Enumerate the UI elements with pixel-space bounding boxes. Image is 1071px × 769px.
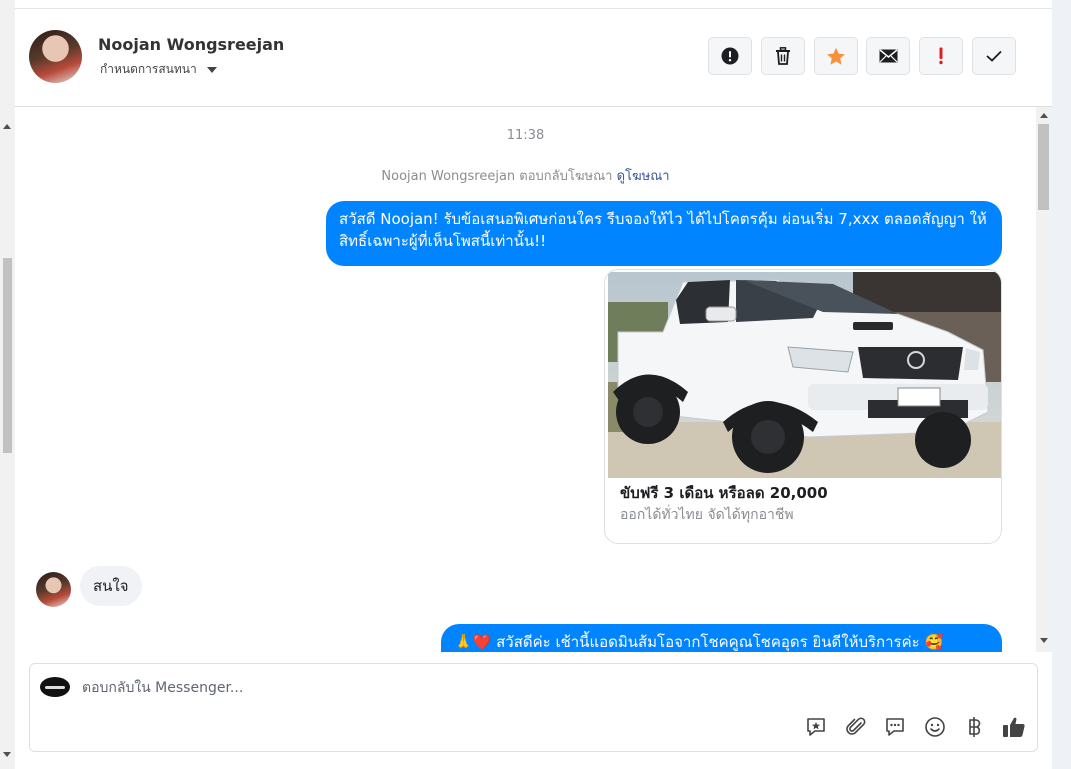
emoji-icon: [925, 717, 945, 737]
ad-image-truck[interactable]: [608, 272, 1001, 478]
reply-input[interactable]: [82, 678, 682, 698]
thumbs-up-icon: [1003, 717, 1025, 737]
exclamation-icon: [939, 47, 943, 65]
reply-composer: [29, 663, 1038, 752]
saved-reply-icon: [807, 718, 825, 736]
conversation-settings-label: กำหนดการสนทนา: [100, 62, 197, 76]
saved-reply-button[interactable]: [804, 715, 828, 739]
star-icon: [827, 47, 845, 65]
chat-bubble-button[interactable]: [883, 715, 907, 739]
check-icon: [986, 50, 1002, 62]
scrollbar-thumb[interactable]: [3, 258, 12, 453]
ad-subtitle: ออกได้ทั่วไทย จัดได้ทุกอาชีพ: [620, 507, 794, 523]
exclamation-circle-icon: [721, 47, 739, 65]
page-scrollbar[interactable]: [0, 0, 15, 769]
attachment-button[interactable]: [844, 715, 868, 739]
done-button[interactable]: [972, 37, 1016, 75]
ad-reply-text: Noojan Wongsreejan ตอบกลับโฆษณา: [381, 169, 613, 184]
chat-bubble-icon: [886, 718, 904, 736]
contact-name[interactable]: Noojan Wongsreejan: [98, 35, 284, 54]
ad-title: ขับฟรี 3 เดือน หรือลด 20,000: [620, 484, 828, 502]
thread-scrollbar[interactable]: [1036, 107, 1052, 652]
incoming-message[interactable]: สนใจ: [80, 566, 142, 606]
outgoing-message[interactable]: 🙏❤️ สวัสดีค่ะ เช้านี้แอดมินส้มโอจากโชคคู…: [441, 624, 1002, 652]
baht-icon: [969, 717, 981, 737]
envelope-icon: [879, 49, 897, 63]
scroll-down-arrow[interactable]: [3, 752, 11, 757]
conversation-header: Noojan Wongsreejan กำหนดการสนทนา: [15, 9, 1052, 107]
outgoing-message[interactable]: สวัสดี Noojan! รับข้อเสนอพิเศษก่อนใคร รี…: [326, 201, 1002, 266]
message-timestamp: 11:38: [506, 128, 545, 143]
caret-down-icon: [206, 66, 217, 73]
ad-reply-notice: Noojan Wongsreejan ตอบกลับโฆษณา ดูโฆษณา: [15, 165, 1036, 186]
contact-avatar[interactable]: [29, 30, 82, 83]
page-logo: [40, 677, 70, 697]
scroll-up-arrow[interactable]: [3, 124, 11, 129]
conversation-settings-dropdown[interactable]: กำหนดการสนทนา: [100, 60, 217, 79]
view-ad-link[interactable]: ดูโฆษณา: [617, 169, 670, 184]
important-button[interactable]: [919, 37, 963, 75]
thread-scroll-down-arrow[interactable]: [1040, 638, 1048, 643]
report-button[interactable]: [708, 37, 752, 75]
message-thread[interactable]: 11:38 Noojan Wongsreejan ตอบกลับโฆษณา ดู…: [15, 107, 1036, 652]
mark-unread-button[interactable]: [866, 37, 910, 75]
like-button[interactable]: [1002, 715, 1026, 739]
emoji-button[interactable]: [923, 715, 947, 739]
attachment-icon: [846, 717, 866, 735]
contact-avatar-small: [36, 572, 71, 607]
delete-button[interactable]: [761, 37, 805, 75]
trash-icon: [776, 47, 790, 65]
thread-scrollbar-thumb[interactable]: [1038, 124, 1049, 210]
payment-button[interactable]: [963, 715, 987, 739]
page-edge: [1052, 0, 1071, 769]
star-button[interactable]: [814, 37, 858, 75]
ad-card[interactable]: ขับฟรี 3 เดือน หรือลด 20,000 ออกได้ทั่วไ…: [604, 269, 1002, 544]
thread-scroll-up-arrow[interactable]: [1040, 113, 1048, 118]
